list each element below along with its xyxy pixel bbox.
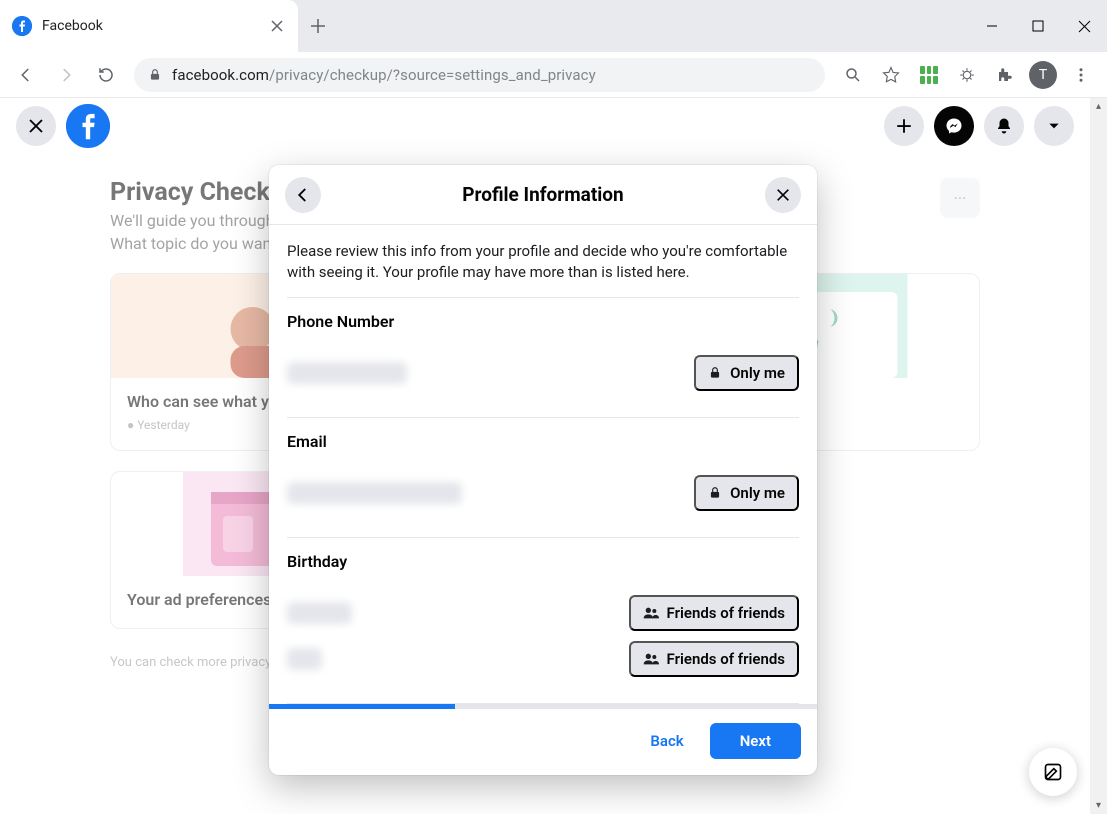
- browser-tab[interactable]: Facebook: [0, 0, 298, 52]
- section-phone: Phone Number Only me: [287, 297, 799, 417]
- section-birthday: Birthday Friends of friends Friends of f…: [287, 537, 799, 704]
- extensions-puzzle-icon[interactable]: [987, 57, 1023, 93]
- zoom-icon[interactable]: [835, 57, 871, 93]
- email-label: Email: [287, 432, 799, 451]
- close-window-button[interactable]: [1061, 0, 1107, 52]
- edit-fab-button[interactable]: [1029, 748, 1077, 796]
- modal-back-button[interactable]: [285, 177, 321, 213]
- modal-intro-text: Please review this info from your profil…: [287, 241, 799, 283]
- scroll-up-icon[interactable]: ▴: [1096, 101, 1101, 112]
- modal-title: Profile Information: [462, 183, 623, 206]
- nav-forward-button[interactable]: [48, 57, 84, 93]
- lock-icon: [708, 486, 722, 500]
- phone-label: Phone Number: [287, 312, 799, 331]
- create-button[interactable]: [884, 106, 924, 146]
- friends-of-friends-icon: [643, 652, 659, 666]
- tab-close-button[interactable]: [268, 17, 286, 35]
- back-button[interactable]: Back: [638, 724, 695, 758]
- scrollbar[interactable]: ▴ ▾: [1090, 98, 1107, 814]
- profile-avatar[interactable]: T: [1025, 57, 1061, 93]
- section-email: Email Only me: [287, 417, 799, 537]
- email-audience-button[interactable]: Only me: [694, 475, 799, 511]
- phone-audience-button[interactable]: Only me: [694, 355, 799, 391]
- chrome-menu-button[interactable]: [1063, 57, 1099, 93]
- messenger-button[interactable]: [934, 106, 974, 146]
- reload-button[interactable]: [88, 57, 124, 93]
- birthday-label: Birthday: [287, 552, 799, 571]
- modal-close-button[interactable]: [765, 177, 801, 213]
- close-checkup-button[interactable]: [16, 106, 56, 146]
- email-value-redacted: [287, 482, 462, 504]
- phone-value-redacted: [287, 362, 407, 384]
- scroll-down-icon[interactable]: ▾: [1096, 800, 1101, 811]
- birthday-day-redacted: [287, 602, 352, 624]
- browser-toolbar: facebook.com/privacy/checkup/?source=set…: [0, 52, 1107, 98]
- url-text: facebook.com/privacy/checkup/?source=set…: [172, 66, 596, 84]
- facebook-logo-icon[interactable]: [66, 104, 110, 148]
- extension-bug-icon[interactable]: [949, 57, 985, 93]
- lock-icon: [148, 68, 162, 82]
- window-controls: [969, 0, 1107, 52]
- friends-of-friends-icon: [643, 606, 659, 620]
- birthday-year-redacted: [287, 648, 322, 670]
- birthday-day-audience-button[interactable]: Friends of friends: [629, 595, 799, 631]
- maximize-button[interactable]: [1015, 0, 1061, 52]
- notifications-button[interactable]: [984, 106, 1024, 146]
- facebook-header: [0, 98, 1090, 154]
- titlebar: Facebook: [0, 0, 1107, 52]
- extension-grid-icon[interactable]: [911, 57, 947, 93]
- next-button[interactable]: Next: [710, 723, 801, 759]
- tab-title: Facebook: [42, 18, 258, 34]
- page-overflow-button[interactable]: ···: [940, 178, 980, 218]
- account-menu-button[interactable]: [1034, 106, 1074, 146]
- address-bar[interactable]: facebook.com/privacy/checkup/?source=set…: [134, 58, 825, 92]
- minimize-button[interactable]: [969, 0, 1015, 52]
- facebook-favicon-icon: [12, 16, 32, 36]
- bookmark-star-icon[interactable]: [873, 57, 909, 93]
- lock-icon: [708, 366, 722, 380]
- birthday-year-audience-button[interactable]: Friends of friends: [629, 641, 799, 677]
- profile-info-modal: Profile Information Please review this i…: [269, 165, 817, 775]
- nav-back-button[interactable]: [8, 57, 44, 93]
- new-tab-button[interactable]: [298, 0, 338, 52]
